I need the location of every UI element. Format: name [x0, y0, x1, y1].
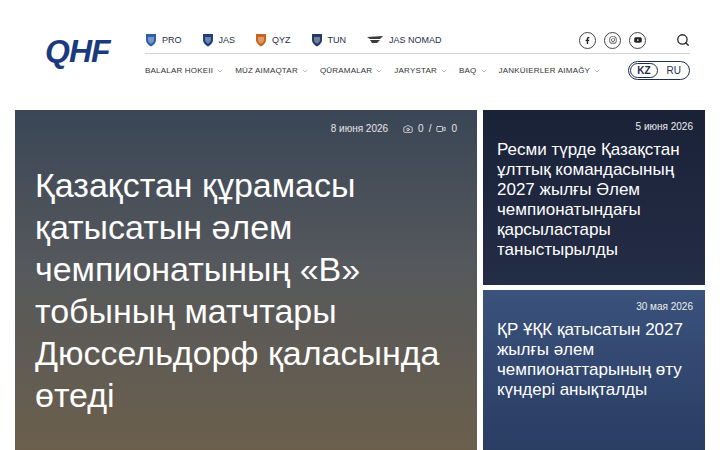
chevron-down-icon	[216, 67, 224, 75]
chevron-down-icon	[440, 67, 448, 75]
brand-bar: PRO JAS QYZ TUN JAS NOMAD	[145, 30, 690, 54]
wing-logo-icon	[366, 35, 384, 45]
brand-link[interactable]: PRO	[145, 33, 182, 47]
photo-count: 0	[418, 123, 424, 134]
site-logo[interactable]: QHF	[45, 33, 145, 70]
facebook-link[interactable]	[579, 32, 596, 49]
site-header: QHFPRO JAS QYZ TUN JAS NOMAD BALALAR HOKEII MÜ…	[0, 0, 720, 110]
chevron-down-icon	[480, 67, 488, 75]
brand-link[interactable]: JAS NOMAD	[366, 35, 442, 45]
language-option[interactable]: KZ	[630, 63, 657, 78]
instagram-link[interactable]	[604, 32, 621, 49]
menu-item[interactable]: QŪRAMALAR	[320, 66, 383, 75]
facebook-icon	[584, 37, 591, 44]
youtube-link[interactable]	[629, 32, 646, 49]
featured-title[interactable]: Қазақстан құрамасы қатысатын әлем чемпио…	[35, 164, 457, 416]
instagram-icon	[609, 36, 617, 44]
menu-bar: BALALAR HOKEII MÜZ AIMAQTAR QŪRAMALAR JARYS…	[145, 61, 690, 80]
chevron-down-icon	[375, 67, 383, 75]
featured-news-card[interactable]: 8 июня 2026 0 / 0 Қазақстан құрамасы қатысат…	[15, 110, 477, 450]
menu-item[interactable]: BAQ	[459, 66, 488, 75]
language-option[interactable]: RU	[660, 63, 688, 78]
news-title[interactable]: Ресми түрде Қазақстан ұлттық командасыны…	[497, 140, 693, 260]
shield-logo-icon	[145, 33, 157, 47]
news-title[interactable]: ҚР ҰҚК қатысатын 2027 жылғы әлем чемпион…	[497, 320, 693, 400]
brand-link[interactable]: JAS	[202, 33, 236, 47]
menu-item[interactable]: JANKÜIERLER AIMAĞY	[499, 66, 602, 75]
news-card[interactable]: 5 июня 2026 Ресми түрде Қазақстан ұлттық …	[483, 110, 705, 285]
side-news: 5 июня 2026 Ресми түрде Қазақстан ұлттық …	[483, 110, 705, 450]
youtube-icon	[634, 36, 642, 44]
main-menu: BALALAR HOKEII MÜZ AIMAQTAR QŪRAMALAR JARYS…	[145, 66, 601, 75]
shield-logo-icon	[311, 33, 323, 47]
menu-item[interactable]: MÜZ AIMAQTAR	[235, 66, 309, 75]
brand-list: PRO JAS QYZ TUN JAS NOMAD	[145, 33, 442, 47]
news-area: 8 июня 2026 0 / 0 Қазақстан құрамасы қатысат…	[0, 110, 720, 450]
chevron-down-icon	[301, 67, 309, 75]
language-switch: KZRU	[628, 61, 690, 80]
news-date: 30 мая 2026	[636, 301, 693, 312]
shield-logo-icon	[202, 33, 214, 47]
social-links	[579, 32, 646, 49]
page: QHFPRO JAS QYZ TUN JAS NOMAD BALALAR HOKEII MÜ…	[0, 0, 720, 450]
search-button[interactable]	[676, 33, 690, 47]
news-date: 8 июня 2026	[331, 123, 388, 134]
camera-icon	[403, 124, 413, 134]
menu-item[interactable]: BALALAR HOKEII	[145, 66, 224, 75]
chevron-down-icon	[593, 67, 601, 75]
brand-link[interactable]: TUN	[311, 33, 347, 47]
featured-meta: 8 июня 2026 0 / 0	[15, 110, 477, 134]
video-count: 0	[451, 123, 457, 134]
menu-item[interactable]: JARYSTAR	[394, 66, 448, 75]
shield-logo-icon	[255, 33, 267, 47]
navigation: PRO JAS QYZ TUN JAS NOMAD BALALAR HOKEII MÜZ A…	[145, 30, 690, 80]
meta-separator: /	[429, 123, 432, 134]
search-icon	[676, 33, 690, 47]
news-date: 5 июня 2026	[636, 121, 693, 132]
brand-link[interactable]: QYZ	[255, 33, 291, 47]
video-icon	[436, 124, 446, 134]
news-card[interactable]: 30 мая 2026 ҚР ҰҚК қатысатын 2027 жылғы ә…	[483, 290, 705, 450]
